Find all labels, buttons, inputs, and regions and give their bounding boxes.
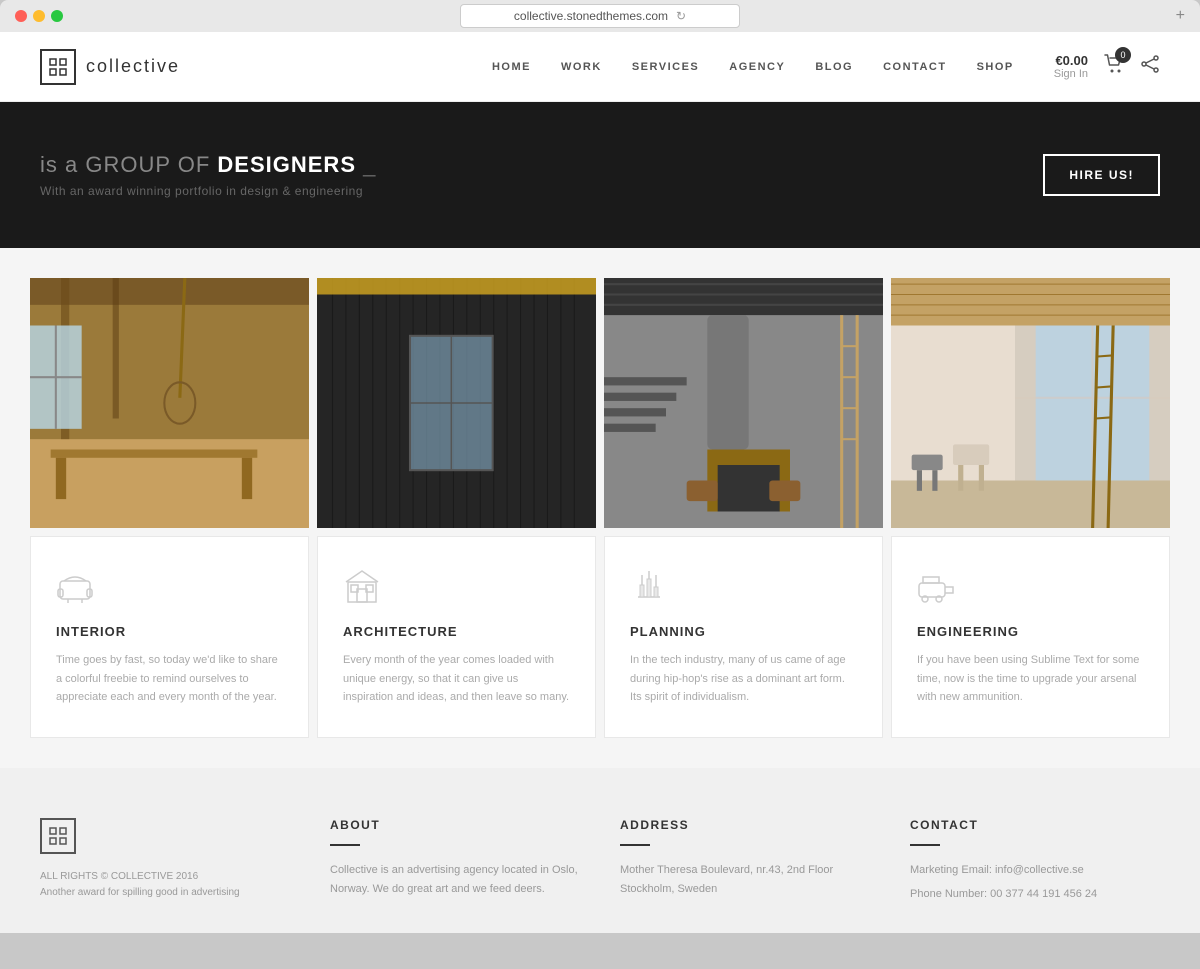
nav-work[interactable]: WORK (561, 61, 602, 73)
nav-home[interactable]: HOME (492, 61, 531, 73)
address-bar[interactable]: collective.stonedthemes.com ↻ (460, 4, 740, 28)
footer-logo-icon (40, 818, 76, 854)
footer-contact: CONTACT Marketing Email: info@collective… (910, 818, 1160, 903)
services-grid: INTERIOR Time goes by fast, so today we'… (30, 536, 1170, 738)
signin-link[interactable]: Sign In (1054, 68, 1088, 80)
logo-text: collective (86, 56, 180, 77)
add-tab-button[interactable]: + (1176, 7, 1185, 25)
main-navigation: HOME WORK SERVICES AGENCY BLOG CONTACT S… (492, 61, 1014, 73)
hero-prefix: is a GROUP OF (40, 152, 217, 177)
nav-contact[interactable]: CONTACT (883, 61, 946, 73)
website-content: collective HOME WORK SERVICES AGENCY BLO… (0, 32, 1200, 933)
url-text: collective.stonedthemes.com (514, 9, 668, 23)
footer-about-underline (330, 844, 360, 846)
footer-address: ADDRESS Mother Theresa Boulevard, nr.43,… (620, 818, 870, 903)
portfolio-item-3[interactable] (604, 278, 883, 528)
browser-dots (15, 10, 63, 22)
hero-heading: is a GROUP OF DESIGNERS _ (40, 152, 376, 178)
site-header: collective HOME WORK SERVICES AGENCY BLO… (0, 32, 1200, 102)
site-logo[interactable]: collective (40, 49, 180, 85)
footer-address-underline (620, 844, 650, 846)
service-title-architecture: ARCHITECTURE (343, 624, 570, 639)
architecture-icon (343, 567, 570, 612)
hire-us-button[interactable]: HIRE US! (1043, 154, 1160, 196)
service-card-architecture: ARCHITECTURE Every month of the year com… (317, 536, 596, 738)
nav-shop[interactable]: SHOP (977, 61, 1014, 73)
cart-badge: 0 (1115, 47, 1131, 63)
footer-about: ABOUT Collective is an advertising agenc… (330, 818, 580, 903)
service-desc-engineering: If you have been using Sublime Text for … (917, 651, 1144, 707)
footer-address-title: ADDRESS (620, 818, 870, 832)
cart-button[interactable]: 0 (1103, 53, 1125, 80)
close-button[interactable] (15, 10, 27, 22)
service-desc-architecture: Every month of the year comes loaded wit… (343, 651, 570, 707)
portfolio-section: INTERIOR Time goes by fast, so today we'… (0, 248, 1200, 768)
service-desc-planning: In the tech industry, many of us came of… (630, 651, 857, 707)
footer-contact-phone: Phone Number: 00 377 44 191 456 24 (910, 885, 1160, 904)
footer-address-text: Mother Theresa Boulevard, nr.43, 2nd Flo… (620, 861, 870, 898)
nav-agency[interactable]: AGENCY (729, 61, 785, 73)
hero-text: is a GROUP OF DESIGNERS _ With an award … (40, 152, 376, 198)
maximize-button[interactable] (51, 10, 63, 22)
portfolio-item-4[interactable] (891, 278, 1170, 528)
share-button[interactable] (1140, 54, 1160, 79)
browser-titlebar: collective.stonedthemes.com ↻ + (0, 10, 1200, 32)
footer-contact-title: CONTACT (910, 818, 1160, 832)
footer-contact-underline (910, 844, 940, 846)
service-desc-interior: Time goes by fast, so today we'd like to… (56, 651, 283, 707)
hero-subtitle: With an award winning portfolio in desig… (40, 184, 376, 198)
portfolio-grid (30, 278, 1170, 528)
hero-bold: DESIGNERS (217, 152, 356, 177)
portfolio-item-2[interactable] (317, 278, 596, 528)
logo-icon (40, 49, 76, 85)
header-right: €0.00 Sign In 0 (1054, 53, 1160, 80)
price-display: €0.00 (1054, 53, 1088, 68)
footer-about-title: ABOUT (330, 818, 580, 832)
planning-icon (630, 567, 857, 612)
nav-services[interactable]: SERVICES (632, 61, 699, 73)
portfolio-item-1[interactable] (30, 278, 309, 528)
hero-cursor: _ (363, 152, 376, 177)
footer-about-text: Collective is an advertising agency loca… (330, 861, 580, 898)
service-card-engineering: ENGINEERING If you have been using Subli… (891, 536, 1170, 738)
service-title-planning: PLANNING (630, 624, 857, 639)
engineering-icon (917, 567, 1144, 612)
interior-icon (56, 567, 283, 612)
service-card-planning: PLANNING In the tech industry, many of u… (604, 536, 883, 738)
site-footer: ALL RIGHTS © COLLECTIVE 2016 Another awa… (0, 768, 1200, 933)
footer-contact-email: Marketing Email: info@collective.se (910, 861, 1160, 880)
footer-copyright: ALL RIGHTS © COLLECTIVE 2016 Another awa… (40, 869, 290, 901)
hero-banner: is a GROUP OF DESIGNERS _ With an award … (0, 102, 1200, 248)
service-title-interior: INTERIOR (56, 624, 283, 639)
nav-blog[interactable]: BLOG (815, 61, 853, 73)
footer-logo-section: ALL RIGHTS © COLLECTIVE 2016 Another awa… (40, 818, 290, 903)
service-title-engineering: ENGINEERING (917, 624, 1144, 639)
minimize-button[interactable] (33, 10, 45, 22)
browser-window: collective.stonedthemes.com ↻ + collecti… (0, 0, 1200, 933)
refresh-icon[interactable]: ↻ (676, 9, 686, 23)
price-signin: €0.00 Sign In (1054, 53, 1088, 80)
service-card-interior: INTERIOR Time goes by fast, so today we'… (30, 536, 309, 738)
